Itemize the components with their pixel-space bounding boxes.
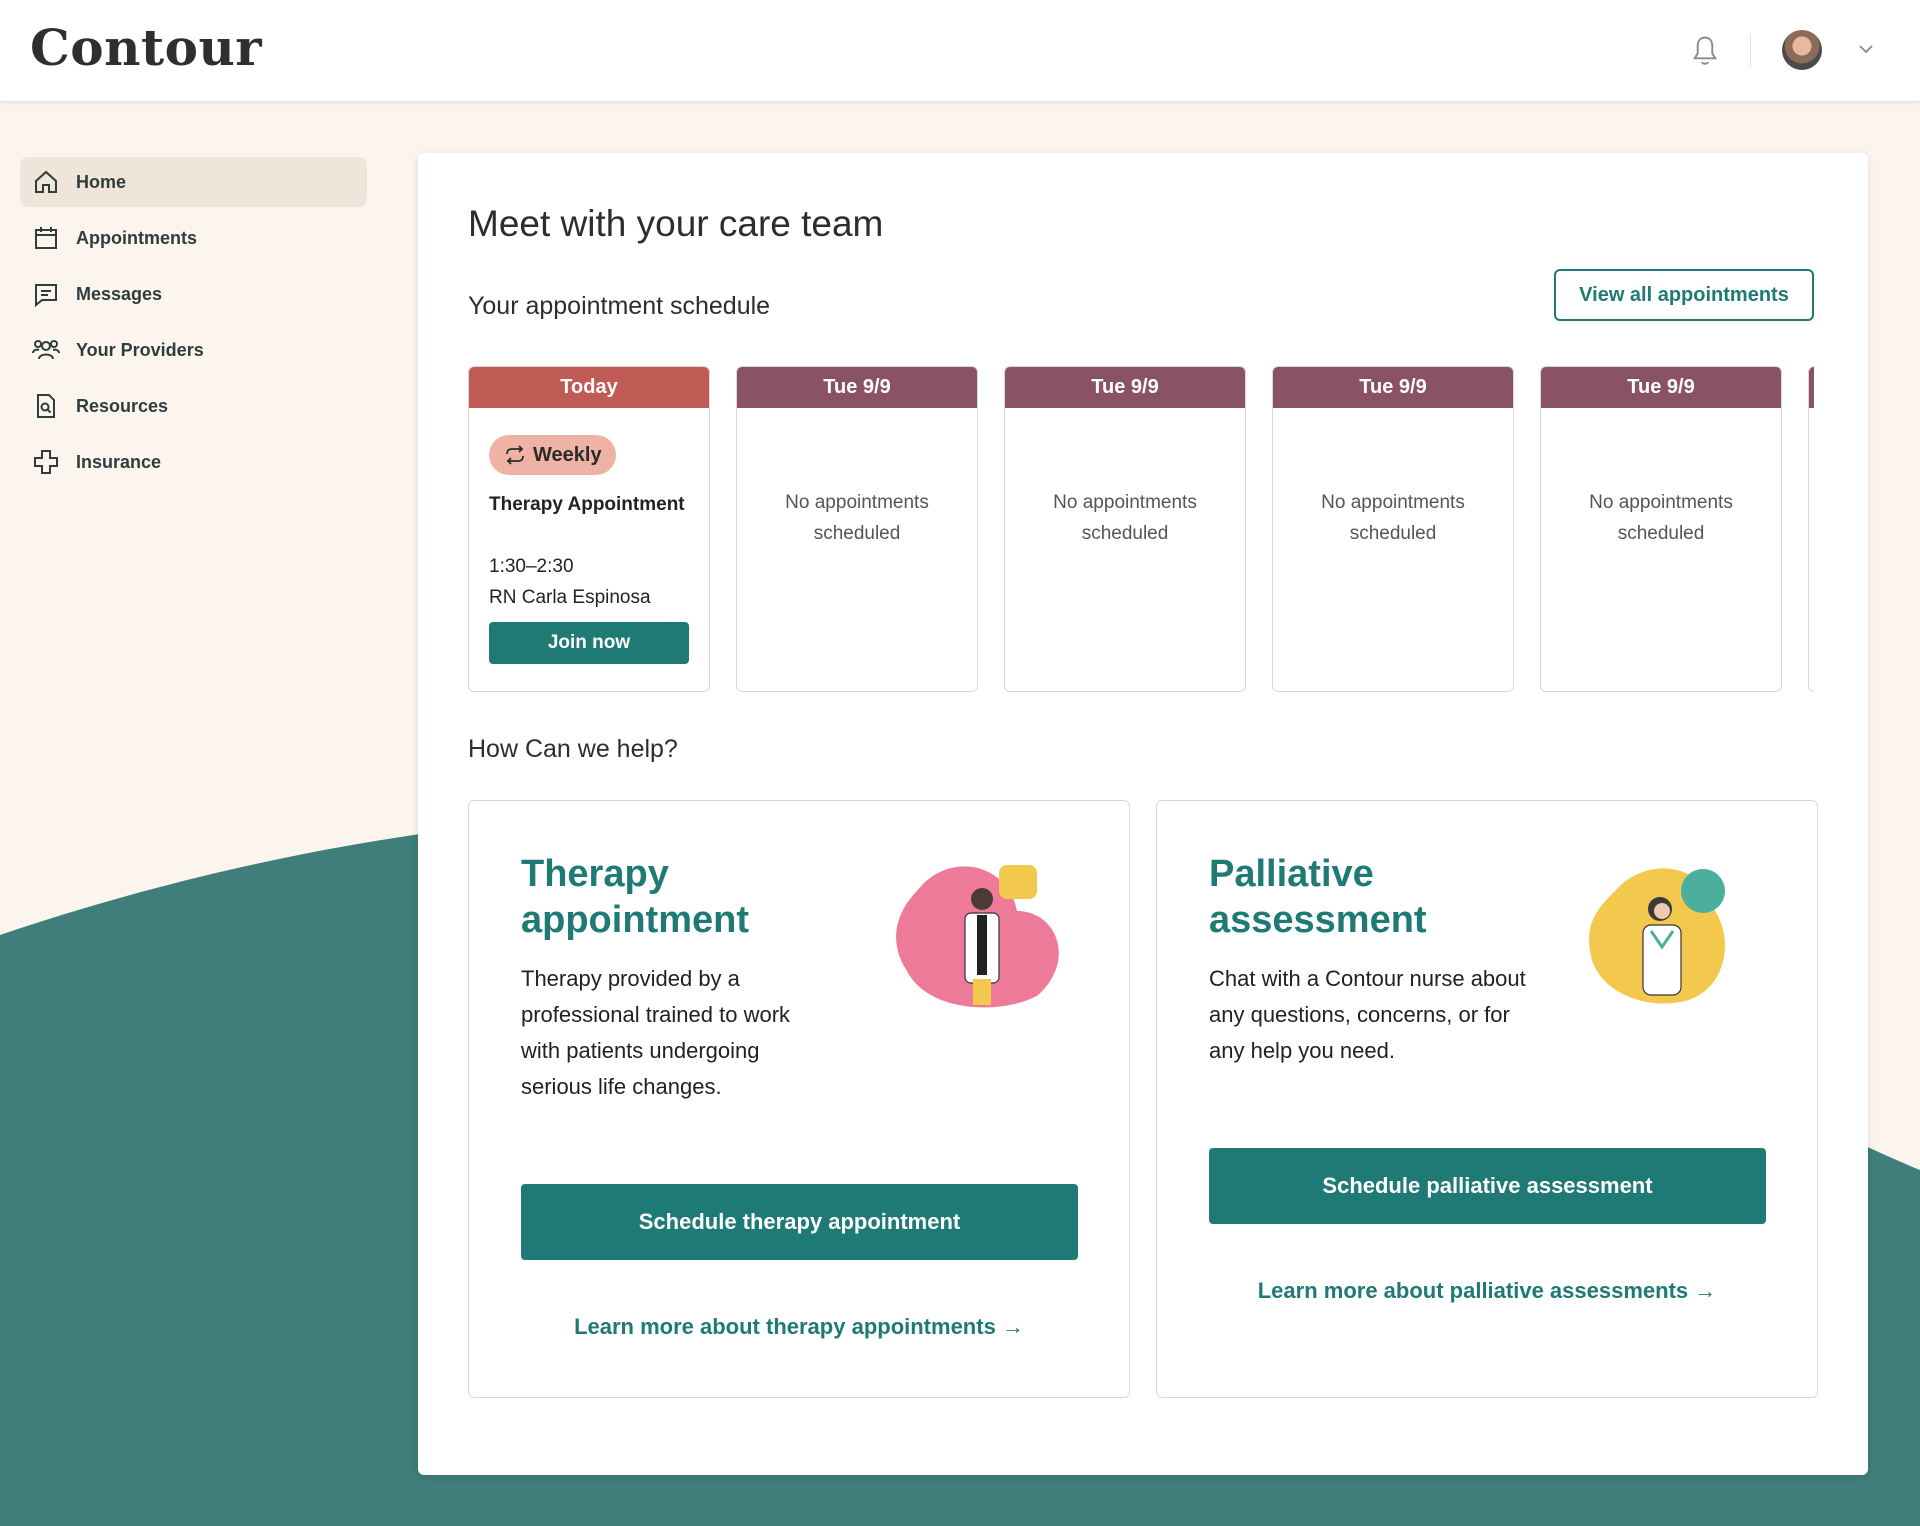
sidebar-item-label: Your Providers [76, 339, 204, 360]
help-card-therapy: Therapy appointment Therapy provided by … [468, 800, 1130, 1398]
join-now-button[interactable]: Join now [489, 622, 689, 664]
home-icon [35, 170, 57, 193]
sidebar-item-home[interactable]: Home [20, 157, 367, 207]
message-icon [35, 284, 57, 308]
users-icon [32, 340, 60, 360]
schedule-heading: Your appointment schedule [468, 292, 771, 320]
view-all-appointments-button[interactable]: View all appointments [1554, 269, 1814, 321]
help-heading: How Can we help? [468, 735, 678, 763]
recurrence-badge: Weekly [489, 435, 616, 475]
day-card: Tue 9/9 No appointments scheduled [1540, 366, 1782, 692]
no-appointments-text: No appointments scheduled [785, 492, 929, 544]
therapist-illustration [896, 865, 1059, 1008]
top-bar: Contour [0, 0, 1920, 101]
day-header [1809, 367, 1814, 408]
sidebar-item-providers[interactable]: Your Providers [20, 325, 367, 375]
sidebar-item-appointments[interactable]: Appointments [20, 213, 367, 263]
sidebar: Home Appointments Messages Your Provider… [20, 157, 367, 493]
avatar[interactable] [1782, 30, 1822, 70]
repeat-icon [506, 445, 524, 465]
help-card-description: Chat with a Contour nurse about any ques… [1209, 966, 1526, 1063]
no-appointments-text: No appointments scheduled [1053, 492, 1197, 544]
bell-icon[interactable] [1690, 34, 1720, 68]
help-card-title: Therapy appointment [521, 853, 749, 941]
no-appointments-text: No appointments scheduled [1589, 492, 1733, 544]
day-card: Tue 9/9 No appointments scheduled [736, 366, 978, 692]
learn-more-palliative-link[interactable]: Learn more about palliative assessments … [1157, 1278, 1817, 1304]
sidebar-item-messages[interactable]: Messages [20, 269, 367, 319]
schedule-palliative-button[interactable]: Schedule palliative assessment [1209, 1148, 1766, 1224]
day-card-partial [1808, 366, 1814, 692]
sidebar-item-label: Appointments [76, 227, 197, 248]
sidebar-item-insurance[interactable]: Insurance [20, 437, 367, 487]
sidebar-item-label: Resources [76, 395, 169, 416]
header-divider [1750, 34, 1751, 68]
sidebar-item-label: Messages [76, 283, 163, 304]
day-card-today: Today Weekly Therapy Appointment 1:30–2:… [468, 366, 710, 692]
nurse-illustration [1589, 868, 1725, 1004]
chevron-down-icon[interactable] [1857, 40, 1875, 58]
day-header: Tue 9/9 [1541, 367, 1781, 408]
medical-cross-icon [34, 450, 58, 474]
logo[interactable]: Contour [30, 18, 262, 77]
appointment-provider: RN Carla Espinosa [489, 587, 651, 608]
sidebar-item-label: Insurance [76, 451, 162, 472]
learn-more-therapy-link[interactable]: Learn more about therapy appointments → [469, 1314, 1129, 1340]
sidebar-item-label: Home [76, 171, 127, 192]
appointment-strip[interactable]: Today Weekly Therapy Appointment 1:30–2:… [468, 366, 1814, 696]
day-card: Tue 9/9 No appointments scheduled [1004, 366, 1246, 692]
day-header: Tue 9/9 [737, 367, 977, 408]
appointment-title: Therapy Appointment [489, 494, 685, 515]
help-card-palliative: Palliative assessment Chat with a Contou… [1156, 800, 1818, 1398]
day-header: Tue 9/9 [1273, 367, 1513, 408]
help-card-title: Palliative assessment [1209, 853, 1427, 941]
main-card: Meet with your care team Your appointmen… [418, 153, 1868, 1475]
day-header: Today [469, 367, 709, 408]
day-header: Tue 9/9 [1005, 367, 1245, 408]
document-search-icon [37, 394, 55, 418]
calendar-icon [35, 227, 57, 249]
help-card-description: Therapy provided by a professional train… [521, 966, 791, 1099]
schedule-therapy-button[interactable]: Schedule therapy appointment [521, 1184, 1078, 1260]
page-title: Meet with your care team [468, 203, 884, 244]
badge-label: Weekly [533, 443, 602, 466]
day-card: Tue 9/9 No appointments scheduled [1272, 366, 1514, 692]
no-appointments-text: No appointments scheduled [1321, 492, 1465, 544]
appointment-time: 1:30–2:30 [489, 556, 574, 577]
sidebar-item-resources[interactable]: Resources [20, 381, 367, 431]
